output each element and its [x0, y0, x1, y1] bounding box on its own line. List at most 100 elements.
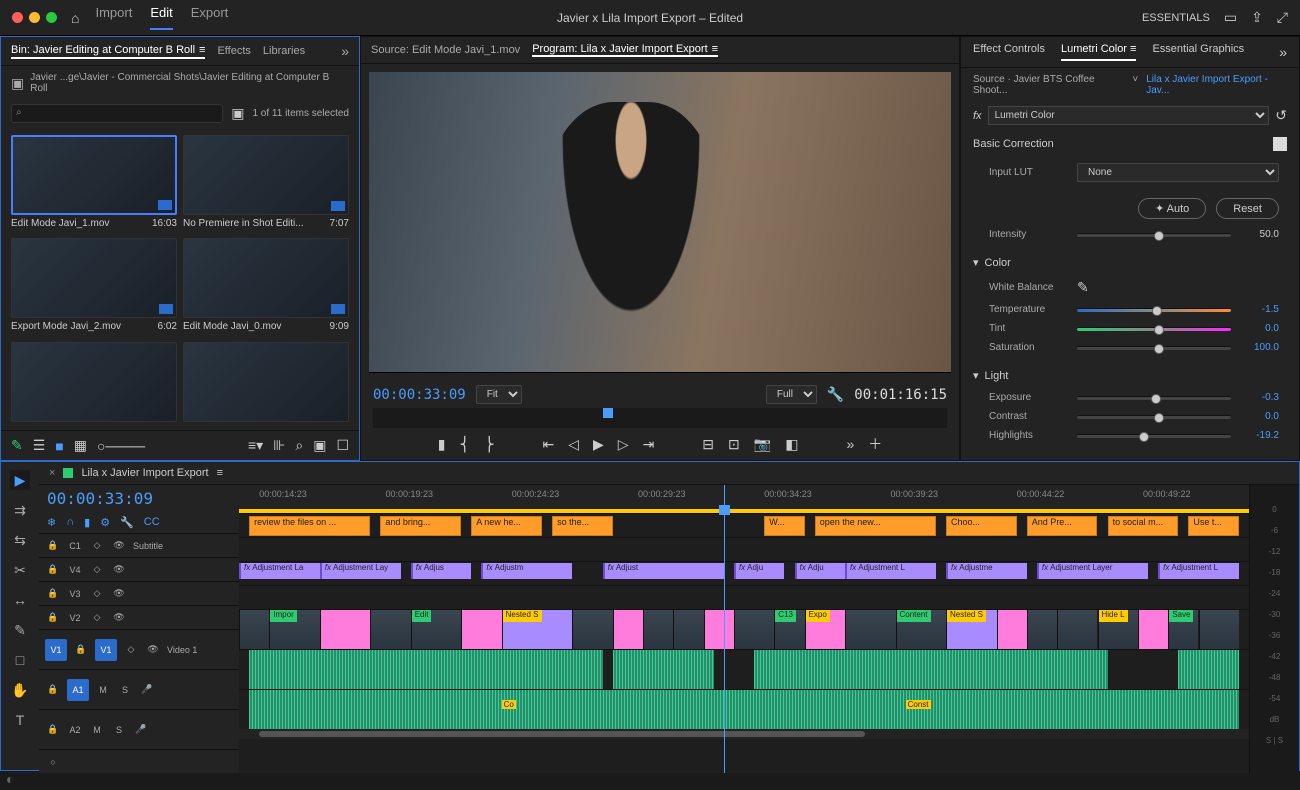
go-to-in-icon[interactable]: ⇤	[542, 436, 554, 453]
adjustment-clip[interactable]: fxAdjus	[411, 563, 472, 579]
track-a1[interactable]	[239, 649, 1249, 689]
zoom-fit-dropdown[interactable]: Fit	[476, 385, 522, 404]
tab-program[interactable]: Program: Lila x Javier Import Export ≡	[532, 43, 718, 57]
video-clip[interactable]	[239, 610, 269, 649]
cc-icon[interactable]: CC	[144, 516, 160, 529]
track-a1-target[interactable]: A1	[67, 679, 89, 701]
zoom-slider-icon[interactable]: ○────	[97, 438, 145, 454]
export-frame-icon[interactable]: 📷	[754, 436, 771, 453]
close-window-icon[interactable]	[12, 12, 23, 23]
tint-value[interactable]: 0.0	[1239, 323, 1279, 334]
caption-clip[interactable]: W...	[764, 516, 804, 536]
eyedropper-icon[interactable]: ✎	[1077, 279, 1089, 296]
effect-dropdown[interactable]: Lumetri Color	[988, 106, 1270, 125]
tab-export[interactable]: Export	[191, 5, 229, 30]
extract-icon[interactable]: ⊡	[728, 436, 740, 453]
input-lut-dropdown[interactable]: None	[1077, 163, 1279, 182]
panel-menu-icon[interactable]: ≡	[712, 43, 718, 55]
contrast-slider[interactable]	[1077, 415, 1231, 419]
playhead-icon[interactable]	[603, 408, 613, 418]
video-clip[interactable]	[997, 610, 1027, 649]
pen-tool-icon[interactable]: ✎	[10, 620, 30, 640]
find-icon[interactable]: ⌕	[295, 437, 303, 454]
new-bin-icon[interactable]: ▣	[313, 437, 326, 454]
tab-libraries[interactable]: Libraries	[263, 43, 305, 59]
slip-tool-icon[interactable]: ↔	[10, 590, 30, 610]
video-clip[interactable]: C13	[774, 610, 804, 649]
section-light[interactable]: ▾ Light	[961, 363, 1299, 388]
fullscreen-icon[interactable]: ⤢	[1277, 9, 1288, 26]
track-v4-label[interactable]: V4	[67, 565, 83, 575]
tab-bin[interactable]: Bin: Javier Editing at Computer B Roll ≡	[11, 43, 205, 59]
track-a2-label[interactable]: A2	[67, 725, 83, 735]
video-clip[interactable]	[320, 610, 371, 649]
eye-icon[interactable]: 👁	[111, 540, 127, 551]
mark-out-icon[interactable]: ⎨	[459, 436, 470, 453]
close-sequence-icon[interactable]: ×	[49, 467, 55, 479]
highlights-value[interactable]: -19.2	[1239, 430, 1279, 441]
contrast-value[interactable]: 0.0	[1239, 411, 1279, 422]
mic-icon[interactable]: 🎤	[139, 684, 155, 695]
automate-icon[interactable]: ⊪	[273, 437, 285, 454]
go-to-out-icon[interactable]: ⇥	[643, 436, 655, 453]
rectangle-tool-icon[interactable]: □	[10, 650, 30, 670]
new-bin-from-search-icon[interactable]: ▣	[231, 105, 244, 122]
caption-clip[interactable]: so the...	[552, 516, 613, 536]
home-icon[interactable]: ⌂	[71, 10, 79, 26]
step-forward-icon[interactable]: ▷	[618, 436, 629, 453]
intensity-value[interactable]: 50.0	[1239, 229, 1279, 240]
clip-item[interactable]	[183, 342, 349, 422]
tint-slider[interactable]	[1077, 327, 1231, 331]
type-tool-icon[interactable]: T	[10, 710, 30, 730]
video-clip[interactable]	[1057, 610, 1097, 649]
razor-tool-icon[interactable]: ✂	[10, 560, 30, 580]
adjustment-clip[interactable]: fxAdjustm	[481, 563, 572, 579]
caption-clip[interactable]: Choo...	[946, 516, 1017, 536]
tab-lumetri-color[interactable]: Lumetri Color ≡	[1061, 43, 1137, 61]
list-view-icon[interactable]: ☰	[33, 437, 46, 454]
marker[interactable]: Const	[906, 700, 931, 709]
mark-clip-icon[interactable]: ⎬	[484, 436, 495, 453]
video-clip[interactable]	[673, 610, 703, 649]
minimize-window-icon[interactable]	[29, 12, 40, 23]
track-v3-label[interactable]: V3	[67, 589, 83, 599]
adjustment-clip[interactable]: fxAdju	[734, 563, 785, 579]
sort-icon[interactable]: ≡▾	[248, 437, 263, 454]
video-clip[interactable]: Save	[1168, 610, 1198, 649]
reset-effect-icon[interactable]: ↺	[1275, 107, 1287, 124]
video-clip[interactable]: Edit	[411, 610, 462, 649]
panel-menu-icon[interactable]: ≡	[199, 44, 205, 56]
play-icon[interactable]: ▶	[593, 436, 604, 453]
exposure-slider[interactable]	[1077, 396, 1231, 400]
video-clip[interactable]	[643, 610, 673, 649]
adjustment-clip[interactable]: fxAdjustment Layer	[1037, 563, 1148, 579]
adjustment-clip[interactable]: fxAdjustment Lay	[320, 563, 401, 579]
search-input[interactable]	[11, 104, 223, 123]
breadcrumb[interactable]: ▣ Javier ...ge\Javier - Commercial Shots…	[1, 66, 359, 100]
highlights-slider[interactable]	[1077, 434, 1231, 438]
lift-icon[interactable]: ⊟	[702, 436, 714, 453]
tab-effect-controls[interactable]: Effect Controls	[973, 43, 1045, 61]
program-ruler[interactable]	[373, 408, 947, 428]
intensity-slider[interactable]	[1077, 233, 1231, 237]
video-clip[interactable]	[704, 610, 734, 649]
lumetri-sequence[interactable]: Lila x Javier Import Export - Jav...	[1146, 74, 1287, 96]
tab-edit[interactable]: Edit	[150, 5, 172, 30]
wrench-icon[interactable]: 🔧	[120, 516, 134, 529]
marker[interactable]: Co	[502, 700, 516, 709]
section-color[interactable]: ▾ Color	[961, 250, 1299, 275]
workspace-panel-icon[interactable]: ▭	[1224, 9, 1237, 26]
panel-menu-icon[interactable]: ≡	[217, 467, 223, 479]
track-select-tool-icon[interactable]: ⇉	[10, 500, 30, 520]
adjustment-clip[interactable]: fxAdjust	[603, 563, 724, 579]
temperature-slider[interactable]	[1077, 308, 1231, 312]
timeline-tracks[interactable]: 00:00:14:2300:00:19:2300:00:24:2300:00:2…	[239, 485, 1249, 773]
button-editor-icon[interactable]: ＋	[868, 434, 882, 454]
selection-tool-icon[interactable]: ▶	[10, 470, 30, 490]
new-item-icon[interactable]: ☐	[336, 437, 349, 454]
video-clip[interactable]	[370, 610, 410, 649]
tab-source[interactable]: Source: Edit Mode Javi_1.mov	[371, 43, 520, 57]
caption-clip[interactable]: to social m...	[1108, 516, 1179, 536]
tab-effects[interactable]: Effects	[217, 43, 250, 59]
track-v3[interactable]: fxAdjustment LafxAdjustment LayfxAdjusfx…	[239, 561, 1249, 585]
